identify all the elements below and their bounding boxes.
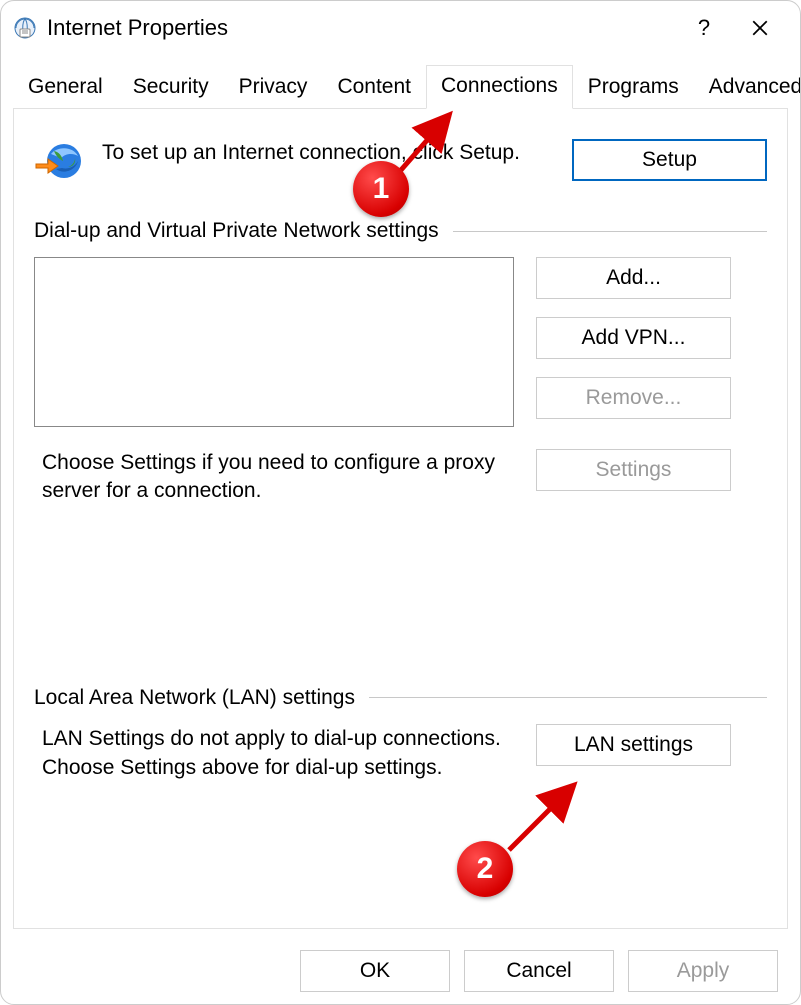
- close-button[interactable]: [732, 10, 788, 46]
- setup-row: To set up an Internet connection, click …: [34, 139, 767, 189]
- tab-strip: General Security Privacy Content Connect…: [1, 55, 800, 109]
- setup-button[interactable]: Setup: [572, 139, 767, 181]
- tab-privacy[interactable]: Privacy: [224, 66, 323, 109]
- tab-general[interactable]: General: [13, 66, 118, 109]
- window-title: Internet Properties: [47, 15, 676, 41]
- divider: [369, 697, 767, 698]
- remove-button: Remove...: [536, 377, 731, 419]
- tab-content-panel: To set up an Internet connection, click …: [13, 109, 788, 929]
- globe-arrow-icon: [34, 139, 84, 189]
- lan-hint-text: LAN Settings do not apply to dial-up con…: [34, 724, 514, 783]
- divider: [453, 231, 767, 232]
- tab-security[interactable]: Security: [118, 66, 224, 109]
- lan-heading: Local Area Network (LAN) settings: [34, 686, 355, 710]
- setup-text: To set up an Internet connection, click …: [102, 139, 554, 167]
- dialup-group: Dial-up and Virtual Private Network sett…: [34, 219, 767, 506]
- add-vpn-button[interactable]: Add VPN...: [536, 317, 731, 359]
- tab-advanced[interactable]: Advanced: [694, 66, 801, 109]
- tab-connections[interactable]: Connections: [426, 65, 573, 109]
- help-button[interactable]: ?: [676, 10, 732, 46]
- lan-group: Local Area Network (LAN) settings LAN Se…: [34, 686, 767, 783]
- internet-options-icon: [13, 16, 37, 40]
- cancel-button[interactable]: Cancel: [464, 950, 614, 992]
- ok-button[interactable]: OK: [300, 950, 450, 992]
- connections-listbox[interactable]: [34, 257, 514, 427]
- dialup-settings-button: Settings: [536, 449, 731, 491]
- proxy-hint-text: Choose Settings if you need to configure…: [34, 449, 514, 506]
- add-button[interactable]: Add...: [536, 257, 731, 299]
- apply-button: Apply: [628, 950, 778, 992]
- tab-programs[interactable]: Programs: [573, 66, 694, 109]
- internet-properties-window: Internet Properties ? General Security P…: [0, 0, 801, 1005]
- dialog-footer: OK Cancel Apply: [300, 950, 778, 992]
- tab-content[interactable]: Content: [322, 66, 426, 109]
- titlebar: Internet Properties ?: [1, 1, 800, 55]
- close-icon: [751, 19, 769, 37]
- dialup-heading: Dial-up and Virtual Private Network sett…: [34, 219, 439, 243]
- lan-settings-button[interactable]: LAN settings: [536, 724, 731, 766]
